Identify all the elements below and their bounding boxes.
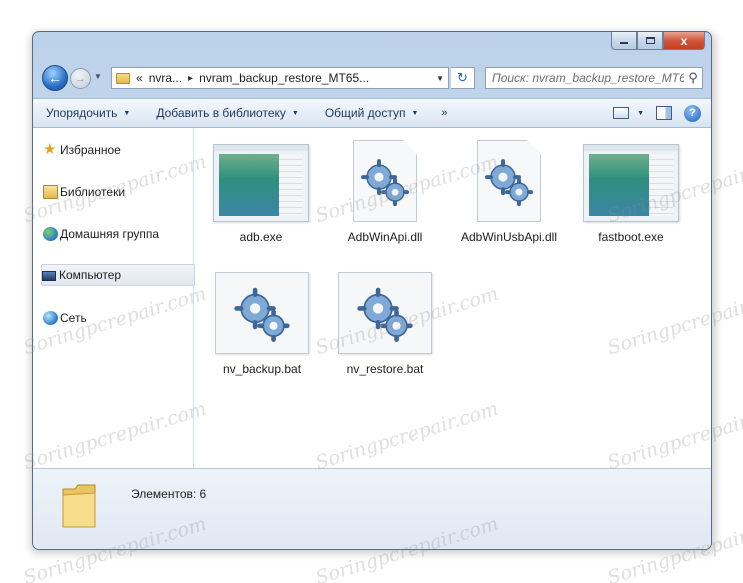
- help-icon[interactable]: ?: [684, 104, 701, 122]
- minimize-button[interactable]: [611, 32, 637, 50]
- chevron-down-icon: ▼: [411, 109, 419, 117]
- caption-buttons: x: [611, 32, 705, 50]
- preview-pane-icon[interactable]: [656, 106, 672, 120]
- gears-icon: [361, 159, 409, 207]
- gear-file-icon: [477, 140, 541, 222]
- breadcrumb-overflow[interactable]: «: [136, 71, 143, 85]
- file-item[interactable]: nv_backup.bat: [207, 272, 317, 376]
- maximize-icon: [645, 37, 655, 44]
- window-sidebar: [649, 154, 673, 216]
- computer-icon: [42, 271, 56, 281]
- file-item[interactable]: nv_restore.bat: [330, 272, 440, 376]
- refresh-button[interactable]: ↻: [451, 67, 475, 89]
- explorer-window: x ← → ▼ « nvra... ▸ nvram_backup_restore…: [32, 31, 712, 550]
- chevron-down-icon: ▼: [291, 109, 299, 117]
- sidebar-item-label: Сеть: [60, 311, 87, 325]
- refresh-icon: ↻: [457, 70, 468, 85]
- share-button[interactable]: Общий доступ ▼: [312, 99, 432, 127]
- application-icon: [213, 144, 309, 222]
- navigation-bar: ← → ▼ « nvra... ▸ nvram_backup_restore_M…: [33, 62, 711, 94]
- window-content: [589, 154, 649, 216]
- sidebar-item-label: Избранное: [60, 143, 121, 157]
- search-placeholder: Поиск: nvram_backup_restore_MT6577...: [492, 71, 684, 85]
- search-icon: ⚲: [688, 70, 698, 85]
- folder-icon: [62, 484, 96, 528]
- file-name: adb.exe: [239, 230, 283, 244]
- file-item[interactable]: fastboot.exe: [576, 144, 686, 244]
- arrow-left-icon: ←: [48, 70, 62, 86]
- window-content: [219, 154, 279, 216]
- view-icon: [613, 107, 630, 119]
- homegroup-icon: [43, 227, 58, 241]
- file-name: fastboot.exe: [598, 230, 664, 244]
- gears-icon: [234, 287, 290, 342]
- chevron-down-icon: ▼: [123, 109, 131, 117]
- add-to-library-label: Добавить в библиотеку: [156, 106, 286, 120]
- organize-button[interactable]: Упорядочить ▼: [33, 99, 143, 127]
- window-titlebar: [214, 145, 308, 151]
- close-button[interactable]: x: [663, 32, 705, 50]
- network-icon: [43, 311, 58, 325]
- file-item[interactable]: AdbWinUsbApi.dll: [454, 140, 564, 244]
- back-button[interactable]: ←: [42, 65, 68, 91]
- arrow-right-icon: →: [75, 72, 86, 85]
- window-titlebar: [584, 145, 678, 151]
- organize-label: Упорядочить: [46, 106, 118, 120]
- gear-file-icon: [353, 140, 417, 222]
- gears-icon: [357, 287, 413, 342]
- gears-icon: [485, 159, 533, 207]
- star-icon: ★: [43, 141, 57, 158]
- more-commands-button[interactable]: »: [431, 107, 457, 119]
- command-bar: Упорядочить ▼ Добавить в библиотеку ▼ Общи…: [33, 98, 711, 128]
- share-label: Общий доступ: [324, 106, 406, 120]
- window-sidebar: [279, 154, 303, 216]
- breadcrumb-separator[interactable]: ▸: [188, 73, 193, 84]
- sidebar-item-favorites[interactable]: ★ Избранное: [43, 139, 193, 161]
- address-dropdown-icon[interactable]: ▼: [436, 74, 444, 83]
- close-icon: x: [680, 33, 688, 48]
- sidebar-item-libraries[interactable]: Библиотеки: [43, 181, 193, 203]
- folder-icon: [116, 72, 130, 84]
- file-item[interactable]: AdbWinApi.dll: [330, 140, 440, 244]
- batch-file-icon: [338, 272, 432, 354]
- breadcrumb-current[interactable]: nvram_backup_restore_MT65...: [199, 71, 369, 85]
- add-to-library-button[interactable]: Добавить в библиотеку ▼: [143, 99, 311, 127]
- application-icon: [583, 144, 679, 222]
- file-name: nv_restore.bat: [346, 362, 424, 376]
- file-name: nv_backup.bat: [222, 362, 302, 376]
- batch-file-icon: [215, 272, 309, 354]
- chevron-down-icon: ▼: [637, 109, 644, 117]
- maximize-button[interactable]: [637, 32, 663, 50]
- sidebar-item-label: Библиотеки: [60, 185, 126, 199]
- file-name: AdbWinApi.dll: [347, 230, 423, 244]
- sidebar-item-computer[interactable]: Компьютер: [41, 264, 195, 286]
- minimize-icon: [620, 42, 628, 44]
- file-name: AdbWinUsbApi.dll: [460, 230, 558, 244]
- navigation-pane: ★ Избранное Библиотеки Домашняя группа К…: [33, 128, 195, 468]
- sidebar-item-label: Компьютер: [59, 268, 122, 282]
- content-area: ★ Избранное Библиотеки Домашняя группа К…: [33, 128, 711, 468]
- sidebar-item-label: Домашняя группа: [60, 227, 160, 241]
- forward-button[interactable]: →: [70, 68, 91, 89]
- libraries-icon: [43, 185, 58, 199]
- item-count: Элементов: 6: [131, 487, 207, 501]
- file-item[interactable]: adb.exe: [206, 144, 316, 244]
- sidebar-item-homegroup[interactable]: Домашняя группа: [43, 223, 193, 245]
- recent-pages-button[interactable]: ▼: [94, 72, 102, 81]
- address-bar[interactable]: « nvra... ▸ nvram_backup_restore_MT65...…: [111, 67, 449, 89]
- breadcrumb-parent[interactable]: nvra...: [149, 71, 182, 85]
- chevron-down-icon: ▼: [94, 72, 102, 81]
- details-pane: Элементов: 6: [33, 468, 711, 549]
- file-list: adb.exe AdbWinApi.dll AdbWinUsbApi.dll f…: [195, 128, 711, 468]
- sidebar-item-network[interactable]: Сеть: [43, 307, 193, 329]
- change-view-button[interactable]: ▼: [613, 107, 644, 119]
- search-input[interactable]: Поиск: nvram_backup_restore_MT6577... ⚲: [485, 67, 703, 89]
